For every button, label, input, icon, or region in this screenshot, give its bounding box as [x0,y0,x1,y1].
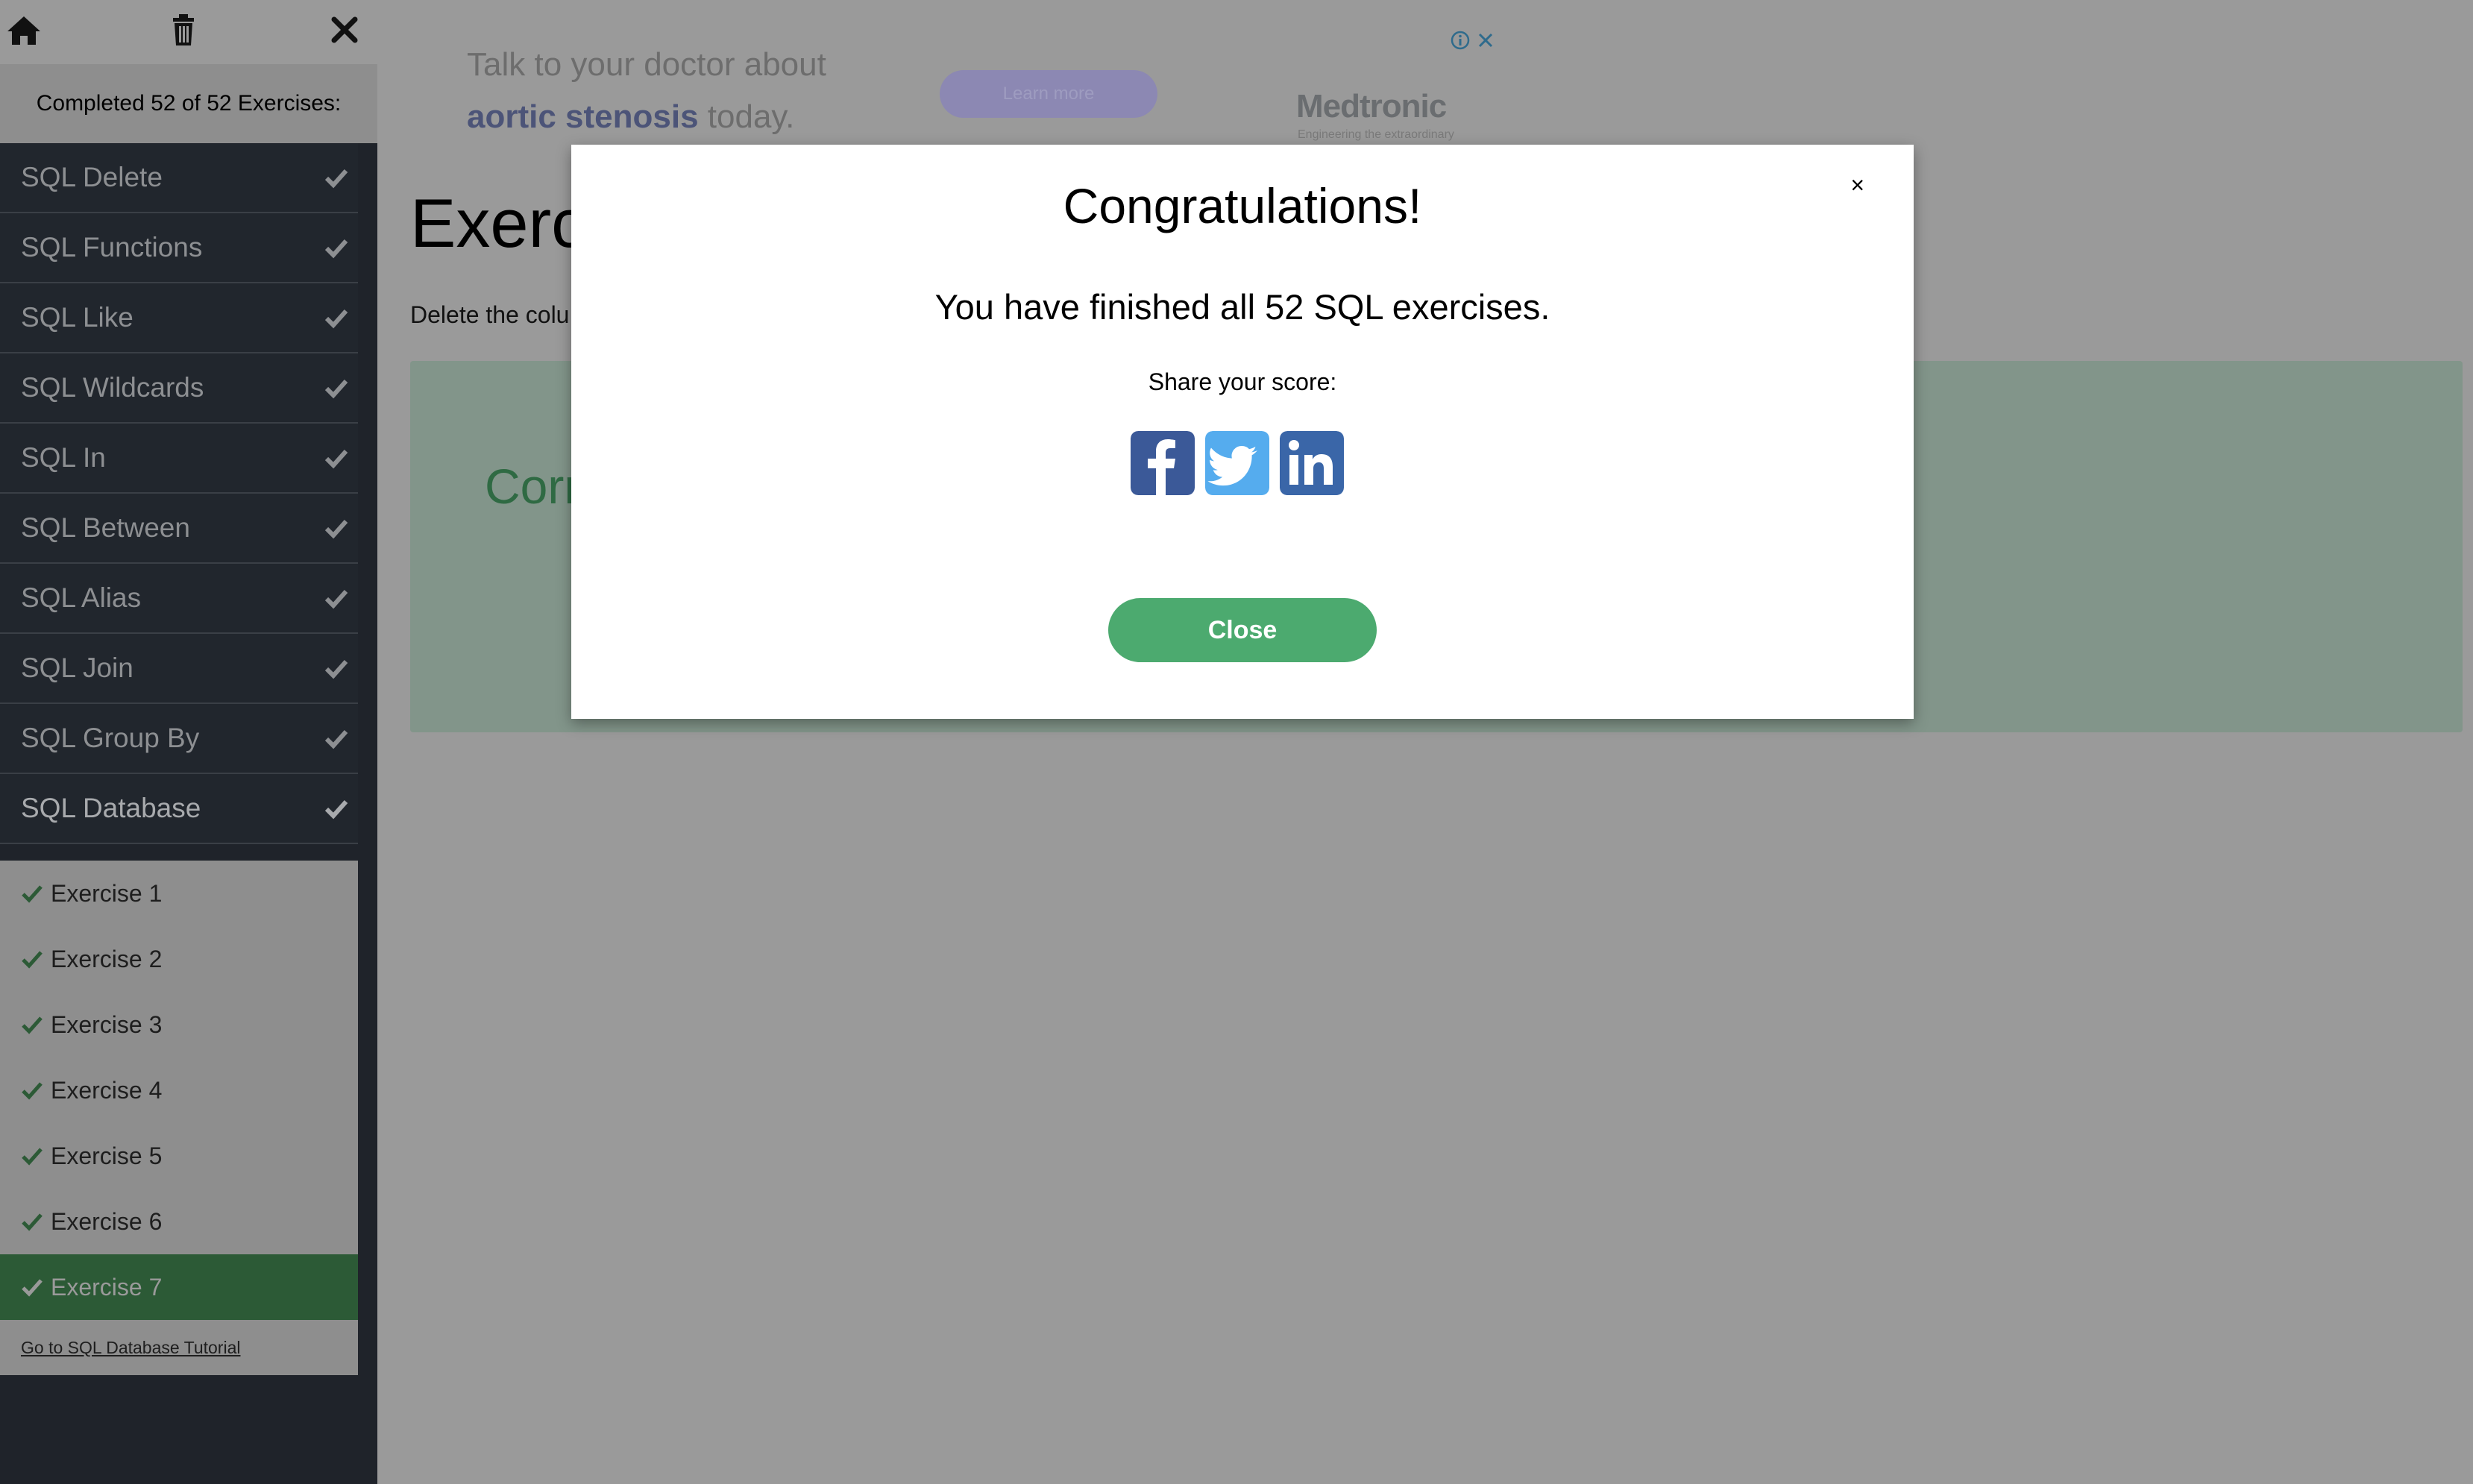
check-icon [324,519,348,539]
category-item-sql-delete[interactable]: SQL Delete [0,143,358,213]
completion-status: Completed 52 of 52 Exercises: [0,64,377,143]
exercise-item-2[interactable]: Exercise 2 [0,926,358,992]
category-label: SQL Join [21,653,133,683]
linkedin-icon[interactable] [1280,431,1344,495]
category-item-sql-wildcards[interactable]: SQL Wildcards [0,353,358,424]
category-label: SQL Wildcards [21,372,204,403]
exercise-label: Exercise 5 [51,1142,163,1169]
exercise-item-4[interactable]: Exercise 4 [0,1057,358,1123]
check-icon [22,1279,43,1297]
sidebar-toolbar [0,0,377,64]
check-icon [22,1082,43,1100]
category-label: SQL Database [21,793,201,823]
ad-brand-logo: Medtronic [1296,88,1447,125]
exercise-label: Exercise 1 [51,879,163,907]
exercise-label: Exercise 6 [51,1207,163,1235]
category-item-sql-database[interactable]: SQL Database [0,774,358,844]
category-item-sql-in[interactable]: SQL In [0,424,358,494]
exercise-label: Exercise 3 [51,1010,163,1038]
home-icon[interactable] [4,10,43,49]
check-icon [22,1016,43,1034]
check-icon [22,1213,43,1231]
tutorial-link[interactable]: Go to SQL Database Tutorial [21,1338,240,1358]
check-icon [324,379,348,399]
trash-icon[interactable] [164,10,203,49]
exercise-item-7[interactable]: Exercise 7 [0,1254,358,1320]
exercise-heading: Exerc [410,186,586,262]
category-label: SQL Between [21,512,190,543]
check-icon [324,729,348,749]
category-label: SQL Delete [21,162,163,192]
ad-highlight: aortic stenosis [467,98,699,135]
category-list: SQL Delete SQL Functions SQL Like SQL Wi… [0,143,358,844]
category-label: SQL Functions [21,232,203,262]
tutorial-link-row: Go to SQL Database Tutorial [0,1320,358,1375]
category-label: SQL Alias [21,582,142,613]
check-icon [324,449,348,469]
category-label: SQL Like [21,302,133,333]
exercise-item-3[interactable]: Exercise 3 [0,992,358,1057]
check-icon [22,1148,43,1166]
exercise-item-5[interactable]: Exercise 5 [0,1123,358,1189]
exercise-item-1[interactable]: Exercise 1 [0,861,358,926]
congratulations-modal: × Congratulations! You have finished all… [571,145,1914,719]
exercise-item-6[interactable]: Exercise 6 [0,1189,358,1254]
check-icon [324,239,348,259]
category-label: SQL Group By [21,723,200,753]
ad-text: Talk to your doctor about [467,46,826,83]
share-label: Share your score: [1148,368,1337,395]
completion-status-text: Completed 52 of 52 Exercises: [36,91,342,116]
close-icon[interactable] [325,10,364,49]
modal-title: Congratulations! [1063,178,1422,233]
exercise-description: Delete the colu [410,301,570,328]
category-item-sql-between[interactable]: SQL Between [0,494,358,564]
share-icons [1131,431,1344,497]
facebook-icon[interactable] [1131,431,1195,495]
category-item-sql-functions[interactable]: SQL Functions [0,213,358,283]
exercise-label: Exercise 7 [51,1273,163,1301]
exercise-list: Exercise 1 Exercise 2 Exercise 3 Exercis… [0,861,358,1375]
modal-message: You have finished all 52 SQL exercises. [934,287,1550,327]
close-button[interactable]: Close [1108,598,1377,662]
check-icon [324,659,348,679]
category-label: SQL In [21,442,106,473]
check-icon [22,951,43,969]
category-item-sql-alias[interactable]: SQL Alias [0,564,358,634]
twitter-icon[interactable] [1205,431,1269,495]
ad-text: aortic stenosis today. [467,98,794,136]
check-icon [324,309,348,329]
check-icon [324,169,348,189]
category-item-sql-group-by[interactable]: SQL Group By [0,704,358,774]
check-icon [22,885,43,903]
info-icon[interactable] [1450,30,1471,51]
ad-close-icon[interactable] [1475,30,1496,51]
ad-learn-more-button[interactable]: Learn more [940,70,1157,118]
category-item-sql-like[interactable]: SQL Like [0,283,358,353]
result-text: Corr [485,459,581,514]
exercise-label: Exercise 4 [51,1076,163,1104]
ad-text-rest: today. [698,98,795,135]
exercise-label: Exercise 2 [51,945,163,972]
check-icon [324,589,348,609]
exercise-sidebar: Completed 52 of 52 Exercises: SQL Delete… [0,0,377,1484]
check-icon [324,799,348,820]
category-item-sql-join[interactable]: SQL Join [0,634,358,704]
ad-brand-tagline: Engineering the extraordinary [1298,128,1454,141]
